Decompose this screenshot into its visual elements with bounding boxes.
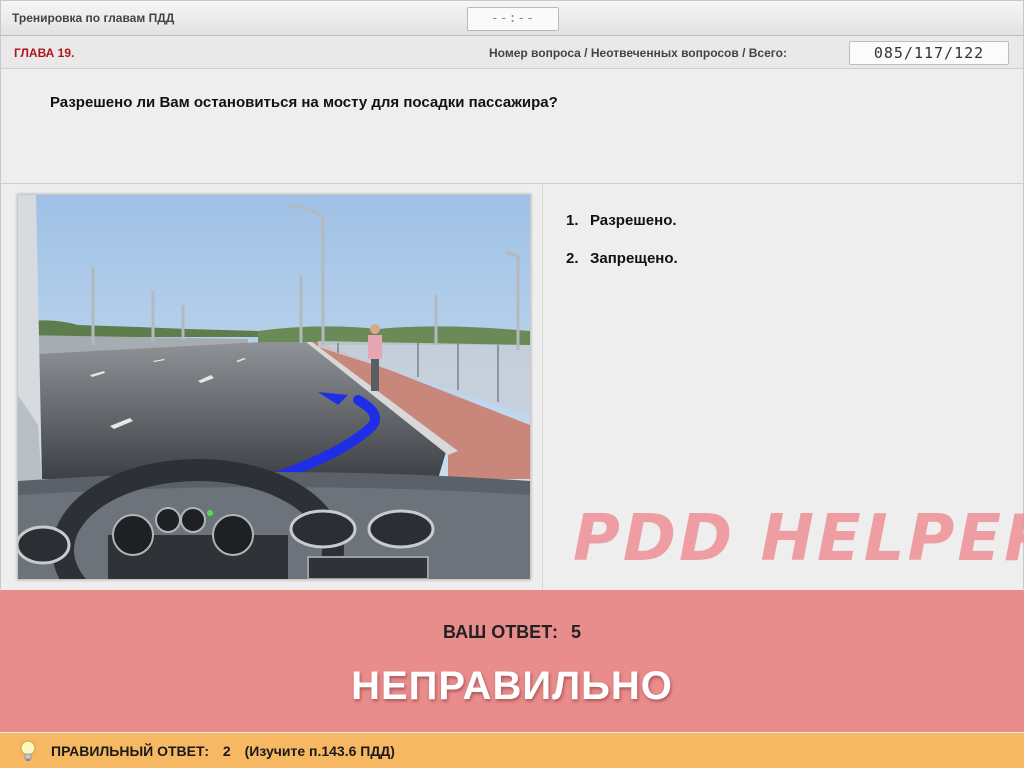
question-panel: Разрешено ли Вам остановиться на мосту д…: [0, 69, 1024, 184]
result-panel: ВАШ ОТВЕТ: 5 НЕПРАВИЛЬНО: [0, 590, 1024, 732]
chapter-title: ГЛАВА 19.: [14, 46, 75, 60]
answer-number: 1.: [566, 212, 579, 229]
chapter-bar: ГЛАВА 19. Номер вопроса / Неотвеченных в…: [0, 36, 1024, 69]
watermark: PDD HELPER: [573, 502, 1024, 576]
question-counter: 085/117/122: [849, 41, 1009, 65]
answer-label: Запрещено.: [590, 250, 678, 267]
question-counter-label: Номер вопроса / Неотвеченных вопросов / …: [489, 46, 787, 60]
answer-option-1[interactable]: 1. Разрешено.: [566, 212, 678, 250]
correct-answer-value: 2: [222, 743, 231, 759]
correct-answer-label: ПРАВИЛЬНЫЙ ОТВЕТ:: [51, 743, 210, 759]
verdict-text: НЕПРАВИЛЬНО: [351, 664, 673, 708]
your-answer: ВАШ ОТВЕТ: 5: [0, 622, 1024, 643]
lightbulb-icon: [20, 740, 36, 761]
content-panel: 1. Разрешено. 2. Запрещено. PDD HELPER: [0, 184, 1024, 589]
content-divider: [542, 184, 543, 589]
correct-answer-bar: ПРАВИЛЬНЫЙ ОТВЕТ: 2 (Изучите п.143.6 ПДД…: [0, 733, 1024, 768]
your-answer-value: 5: [570, 622, 581, 642]
timer-display: --:--: [467, 7, 559, 31]
question-image: [17, 194, 531, 580]
correct-answer-hint: (Изучите п.143.6 ПДД): [244, 743, 395, 759]
mode-title: Тренировка по главам ПДД: [12, 11, 175, 25]
correct-answer-text: ПРАВИЛЬНЫЙ ОТВЕТ: 2 (Изучите п.143.6 ПДД…: [51, 743, 405, 759]
question-text: Разрешено ли Вам остановиться на мосту д…: [50, 94, 558, 111]
top-bar: Тренировка по главам ПДД --:--: [0, 0, 1024, 36]
your-answer-label: ВАШ ОТВЕТ:: [443, 622, 558, 642]
answer-label: Разрешено.: [590, 212, 677, 229]
answer-option-2[interactable]: 2. Запрещено.: [566, 250, 678, 288]
answer-number: 2.: [566, 250, 579, 267]
answers-list: 1. Разрешено. 2. Запрещено.: [566, 212, 678, 288]
